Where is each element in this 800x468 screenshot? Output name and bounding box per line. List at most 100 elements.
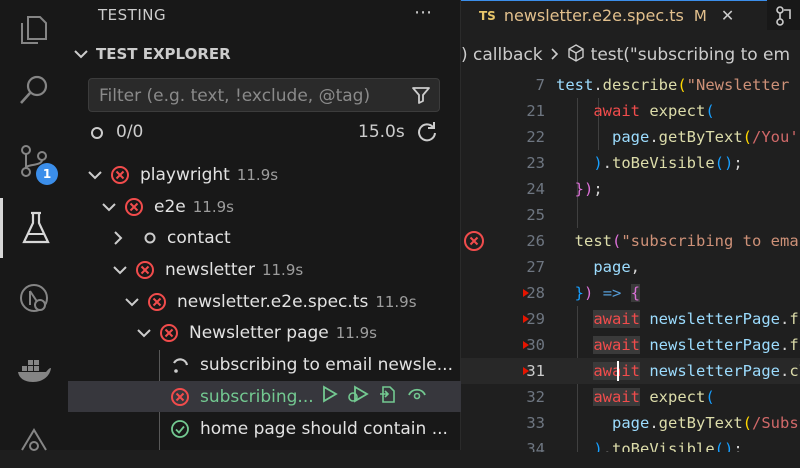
idle-circle-icon <box>143 231 157 245</box>
code-line: 22 page.getByText(/You're subscribed/ <box>461 124 800 150</box>
sidebar-title: TESTING <box>98 6 167 24</box>
code-line: 32 await expect( <box>461 384 800 410</box>
chevron-down-icon <box>102 202 116 212</box>
activity-bar: 1 <box>0 0 68 451</box>
chevron-down-icon <box>137 328 151 338</box>
tree-item-label: subscribing... <box>200 386 314 407</box>
testing-icon[interactable] <box>0 198 68 258</box>
source-control-icon[interactable]: 1 <box>0 131 68 191</box>
more-actions-icon[interactable]: ⋯ <box>414 2 432 23</box>
breadcrumb-callback[interactable]: ) callback <box>461 45 543 65</box>
tree-item-duration: 11.9s <box>236 165 279 184</box>
testing-sidebar: TESTING ⋯ TEST EXPLORER 0/0 15.0s playwr… <box>68 0 562 450</box>
line-number: 31 <box>526 362 545 380</box>
line-number: 24 <box>526 180 545 198</box>
search-icon[interactable] <box>0 60 68 120</box>
line-number: 26 <box>526 232 545 250</box>
code-line: 23 ).toBeVisible(); <box>461 150 800 176</box>
refresh-icon[interactable] <box>416 121 438 148</box>
test-explorer-header[interactable]: TEST EXPLORER <box>74 45 231 63</box>
code-line: 25 <box>461 202 800 228</box>
explorer-icon[interactable] <box>0 0 68 60</box>
tree-item-duration: 11.9s <box>335 323 377 342</box>
code-line: 27 page, <box>461 254 800 280</box>
error-icon <box>147 292 167 312</box>
tree-item-label: playwright <box>140 164 230 185</box>
tree-item-duration: 11.9s <box>375 292 417 311</box>
tree-item-label: subscribing to email newsle... <box>200 354 453 375</box>
code-line: 33 page.getByText(/Subscribed/ <box>461 410 800 436</box>
tree-item-label: home page should contain ... <box>200 418 448 439</box>
tree-item-label: newsletter.e2e.spec.ts <box>177 291 369 312</box>
code-line: 7test.describe("Newsletter page" <box>461 72 800 98</box>
line-number: 32 <box>526 388 545 406</box>
line-number: 21 <box>526 102 545 120</box>
typescript-file-icon: TS <box>479 8 496 23</box>
line-number: 30 <box>526 336 545 354</box>
code-line: 30 await newsletterPage.fill <box>461 332 800 358</box>
modified-indicator: M <box>693 6 707 25</box>
error-icon <box>159 323 179 343</box>
chevron-right-icon <box>551 45 559 65</box>
docker-icon[interactable] <box>0 340 68 400</box>
line-number: 28 <box>526 284 545 302</box>
line-number: 33 <box>526 414 545 432</box>
test-summary: 0/0 15.0s <box>90 122 440 144</box>
line-number: 23 <box>526 154 545 172</box>
tree-item-e2e[interactable]: e2e 11.9s <box>68 191 494 222</box>
tree-item-label: Newsletter page <box>189 322 329 343</box>
method-icon <box>567 43 585 67</box>
tree-item-spec-file[interactable]: newsletter.e2e.spec.ts 11.9s <box>68 286 517 317</box>
filter-icon[interactable] <box>411 85 431 109</box>
close-icon[interactable]: ✕ <box>721 6 734 25</box>
tree-item-playwright[interactable]: playwright 11.9s <box>68 159 480 190</box>
debug-test-icon[interactable] <box>347 384 369 409</box>
chevron-down-icon <box>88 170 102 180</box>
line-number: 27 <box>526 258 545 276</box>
run-debug-icon[interactable] <box>0 268 68 328</box>
remote-explorer-icon[interactable] <box>0 408 68 468</box>
line-number: 7 <box>535 76 545 94</box>
code-editor[interactable]: 7test.describe("Newsletter page" 21 awai… <box>461 72 800 452</box>
error-icon <box>124 197 144 217</box>
tab-bar: TS newsletter.e2e.spec.ts M ✕ <box>461 0 800 30</box>
chevron-down-icon <box>125 297 139 307</box>
editor: TS newsletter.e2e.spec.ts M ✕ ) callback… <box>461 0 800 452</box>
filter-box <box>88 78 440 112</box>
code-line: 29 await newsletterPage.fill <box>461 306 800 332</box>
compare-changes-icon[interactable] <box>775 6 797 30</box>
breadcrumb: ) callback test("subscribing to em <box>461 42 800 68</box>
filter-input[interactable] <box>97 85 401 107</box>
breadcrumb-test[interactable]: test("subscribing to em <box>591 45 790 65</box>
tree-item-newsletter[interactable]: newsletter 11.9s <box>68 254 505 285</box>
check-circle-icon <box>170 419 190 439</box>
text-cursor <box>617 361 619 381</box>
tab-label: newsletter.e2e.spec.ts <box>503 6 684 25</box>
idle-circle-icon <box>91 127 103 139</box>
line-number: 22 <box>526 128 545 146</box>
error-icon <box>135 260 155 280</box>
error-icon <box>170 387 190 407</box>
chevron-down-icon <box>113 265 127 275</box>
tab-newsletter-spec[interactable]: TS newsletter.e2e.spec.ts M ✕ <box>461 0 767 30</box>
code-line: 24 }); <box>461 176 800 202</box>
loading-spinner-icon <box>170 355 190 375</box>
section-title: TEST EXPLORER <box>96 45 231 63</box>
code-line: 28 }) => { <box>461 280 800 306</box>
tree-item-contact[interactable]: contact <box>68 222 505 253</box>
passed-count: 0/0 <box>116 122 144 142</box>
run-test-icon[interactable] <box>322 385 338 408</box>
tree-item-label: e2e <box>154 196 186 217</box>
go-to-test-icon[interactable] <box>378 384 398 409</box>
code-line-current: 31 await newsletterPage.click <box>461 358 800 384</box>
chevron-right-icon <box>113 230 127 245</box>
tree-item-label: newsletter <box>165 259 255 280</box>
watch-test-icon[interactable] <box>407 386 427 407</box>
tree-item-duration: 11.9s <box>192 197 234 216</box>
chevron-down-icon <box>74 50 88 59</box>
tree-item-label: contact <box>167 227 231 248</box>
code-line: 21 await expect( <box>461 98 800 124</box>
line-number: 25 <box>526 206 545 224</box>
tree-item-newsletter-page[interactable]: Newsletter page 11.9s <box>68 317 529 348</box>
error-icon <box>110 165 130 185</box>
